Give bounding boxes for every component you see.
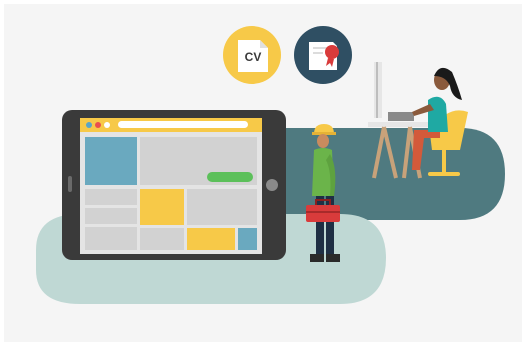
certificate-ribbon-icon (309, 42, 339, 70)
tablet-side-button (68, 176, 72, 192)
tablet (62, 110, 286, 260)
window-dot-white (104, 122, 110, 128)
address-bar (118, 121, 248, 128)
window-dot-blue (86, 122, 92, 128)
feature-yellow-block (140, 189, 184, 225)
window-dot-red (95, 122, 101, 128)
keyboard (388, 112, 414, 121)
certificate-badge (294, 26, 352, 84)
feature-gray-block (187, 189, 257, 225)
cta-button (207, 172, 253, 182)
footer-gray-block (140, 228, 184, 250)
cv-label: CV (245, 50, 262, 64)
desk-top (368, 122, 428, 127)
content-row-3 (85, 227, 137, 250)
cv-badge: CV (223, 26, 281, 84)
hero-image-block (85, 137, 137, 185)
footer-blue-block (238, 228, 257, 250)
illustration-scene: CV (0, 0, 526, 346)
content-row-1 (85, 189, 137, 205)
tablet-home-button (266, 179, 278, 191)
footer-yellow-block (187, 228, 235, 250)
content-row-2 (85, 208, 137, 224)
